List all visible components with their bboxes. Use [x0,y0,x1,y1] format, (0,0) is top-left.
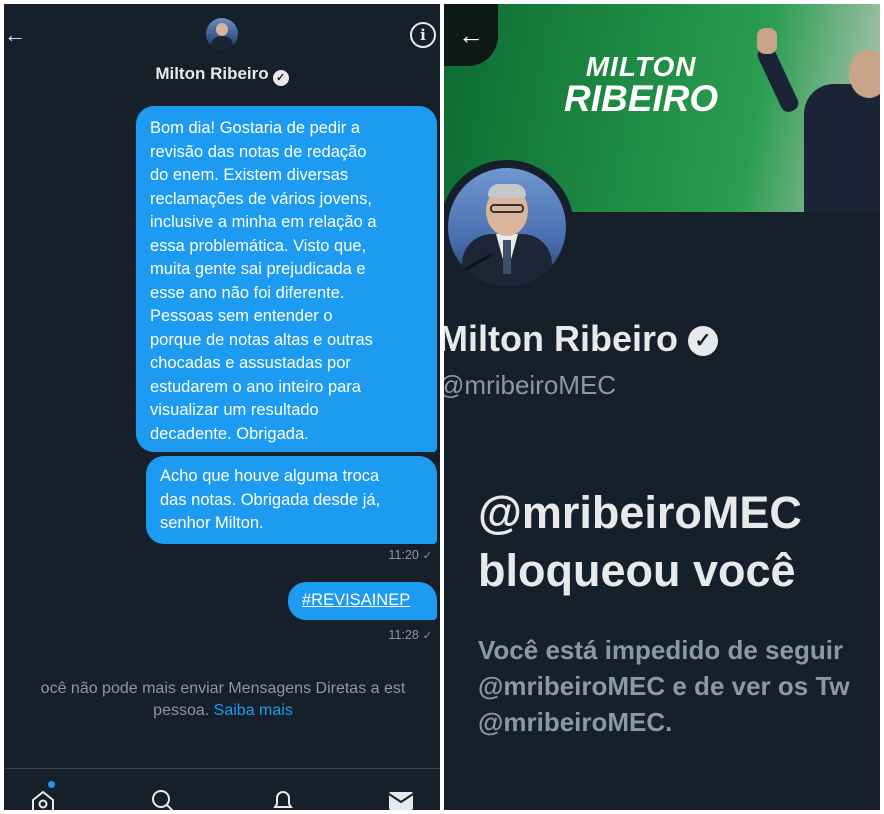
avatar-suit [211,36,233,50]
avatar-glasses [490,204,524,213]
contact-name[interactable]: Milton Ribeiro ✓ [4,64,440,86]
profile-name: Milton Ribeiro ✓ [444,318,718,360]
banner-title-line-1: MILTON [585,51,697,82]
banner-figure-hand [757,28,777,54]
blocked-heading-line-2: bloqueou você [478,545,796,596]
blocked-heading: @mribeiroMEC bloqueou você [478,484,802,600]
avatar-face [216,23,228,36]
verified-badge-icon: ✓ [272,70,289,86]
banner-title: MILTON RIBEIRO [564,51,719,119]
profile-name-text: Milton Ribeiro [444,318,678,359]
profile-screen: MILTON RIBEIRO ← Milton Ribeiro ✓ @mribei… [444,4,880,810]
dm-conversation-screen: ← i Milton Ribeiro ✓ Bom dia! Gostaria de… [4,4,440,810]
contact-avatar[interactable] [206,18,238,50]
back-arrow-icon[interactable]: ← [4,24,26,46]
dm-disabled-notice: ocê não pode mais enviar Mensagens Diret… [4,678,440,722]
messages-icon[interactable] [388,789,414,810]
message-timestamp: 11:20 ✓ [388,548,432,562]
bottom-tab-bar [4,768,440,810]
banner-figure-arm [755,43,801,115]
avatar-photo [448,168,566,286]
contact-name-text: Milton Ribeiro [155,64,269,83]
learn-more-link[interactable]: Saiba mais [214,702,293,719]
blocked-description-line-3: @mribeiroMEC. [478,707,673,737]
message-timestamp: 11:28 ✓ [388,628,432,642]
read-check-icon: ✓ [422,550,432,562]
message-bubble[interactable]: Bom dia! Gostaria de pedir a revisão das… [136,106,437,452]
blocked-description-line-1: Você está impedido de seguir [478,635,844,665]
banner-figure-body [804,84,880,212]
hashtag-message-bubble[interactable]: #REVISAINEP [288,582,437,620]
notifications-icon[interactable] [270,789,296,810]
avatar-tie [503,240,511,274]
avatar-hair [488,184,526,198]
timestamp-text: 11:28 [388,628,419,642]
message-bubble[interactable]: Acho que houve alguma troca das notas. O… [146,456,437,544]
notice-line-2: pessoa. Saiba mais [4,700,440,722]
blocked-description: Você está impedido de seguir @mribeiroME… [478,632,850,740]
notice-text: pessoa. [153,702,210,719]
notice-line-1: ocê não pode mais enviar Mensagens Diret… [40,680,406,697]
notification-dot [48,781,55,788]
info-icon[interactable]: i [410,22,436,48]
read-check-icon: ✓ [422,630,432,642]
timestamp-text: 11:20 [388,548,419,562]
profile-avatar[interactable] [444,160,574,294]
blocked-heading-line-1: @mribeiroMEC [478,487,802,538]
profile-handle: @mribeiroMEC [444,370,617,400]
verified-badge-icon: ✓ [687,326,718,356]
home-icon[interactable] [30,789,56,810]
blocked-description-line-2: @mribeiroMEC e de ver os Tw [478,671,850,701]
banner-title-line-2: RIBEIRO [564,77,719,119]
search-icon[interactable] [150,789,176,810]
